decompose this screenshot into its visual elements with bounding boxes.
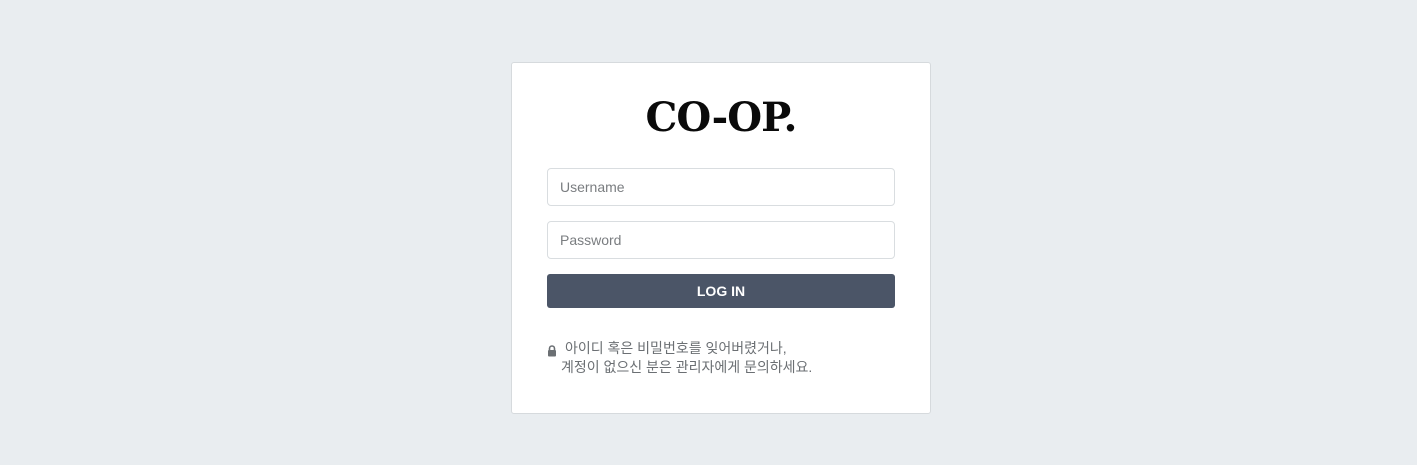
notice-text-line2: 계정이 없으신 분은 관리자에게 문의하세요.	[561, 359, 813, 375]
lock-icon	[547, 343, 557, 356]
logo: CO-OP.	[512, 93, 930, 143]
password-input[interactable]	[547, 221, 895, 259]
help-notice: 아이디 혹은 비밀번호를 잊어버렸거나, 계정이 없으신 분은 관리자에게 문의…	[547, 339, 895, 377]
username-input[interactable]	[547, 168, 895, 206]
login-button[interactable]: LOG IN	[547, 274, 895, 308]
login-card: CO-OP. LOG IN 아이디 혹은 비밀번호를 잊어버렸거나, 계정이 없…	[511, 62, 931, 414]
logo-text: CO-OP.	[645, 94, 798, 141]
notice-text-line1: 아이디 혹은 비밀번호를 잊어버렸거나,	[565, 340, 787, 356]
